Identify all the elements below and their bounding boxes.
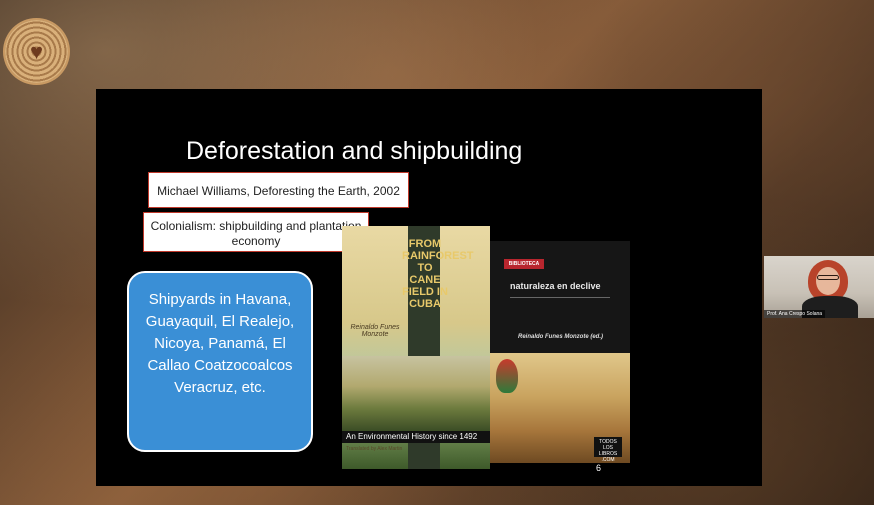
highlight-line: Callao Coatzocoalcos — [147, 357, 293, 374]
publisher-badge: TODOS LOS LIBROS .COM — [594, 437, 622, 463]
slide-title: Deforestation and shipbuilding — [186, 137, 523, 165]
parrot-illustration — [496, 359, 518, 393]
book-cover-naturaleza-en-declive: BIBLIOTECA naturaleza en declive Reinald… — [490, 241, 630, 463]
reference-box-williams: Michael Williams, Deforesting the Earth,… — [148, 172, 409, 208]
highlight-line: Guayaquil, El Realejo, — [145, 313, 295, 330]
book-subtitle: An Environmental History since 1492 — [342, 431, 490, 443]
series-label: BIBLIOTECA — [504, 259, 544, 269]
title-divider — [510, 297, 610, 298]
heart-icon: ♥ — [29, 38, 44, 64]
participant-video-tile[interactable]: Prof. Ana Crespo Solana — [764, 256, 874, 318]
presentation-slide: Deforestation and shipbuilding Michael W… — [96, 89, 762, 486]
cover-illustration — [342, 356, 490, 431]
book-title: FROM RAINFOREST TO CANE FIELD IN CUBA — [402, 238, 474, 310]
highlight-line: Nicoya, Panamá, El — [154, 335, 286, 352]
book-editor: Reinaldo Funes Monzote (ed.) — [518, 334, 603, 340]
app-logo: ♥ — [5, 20, 68, 83]
slide-page-number: 6 — [596, 463, 602, 473]
book-translator: Translated by Alex Martin — [346, 446, 403, 452]
book-cover-rainforest-cane-field: FROM RAINFOREST TO CANE FIELD IN CUBA Re… — [342, 226, 490, 469]
highlight-line: Veracruz, etc. — [174, 379, 266, 396]
participant-face — [816, 267, 840, 295]
book-author: Reinaldo Funes Monzote — [350, 324, 400, 338]
reference-box-colonialism: Colonialism: shipbuilding and plantation… — [143, 212, 369, 252]
book-title: naturaleza en declive — [510, 281, 601, 291]
highlight-line: Shipyards in Havana, — [148, 291, 292, 308]
shipyards-highlight-box: Shipyards in Havana, Guayaquil, El Reale… — [127, 271, 313, 452]
participant-glasses — [817, 275, 839, 280]
participant-name-label: Prof. Ana Crespo Solana — [764, 310, 826, 318]
